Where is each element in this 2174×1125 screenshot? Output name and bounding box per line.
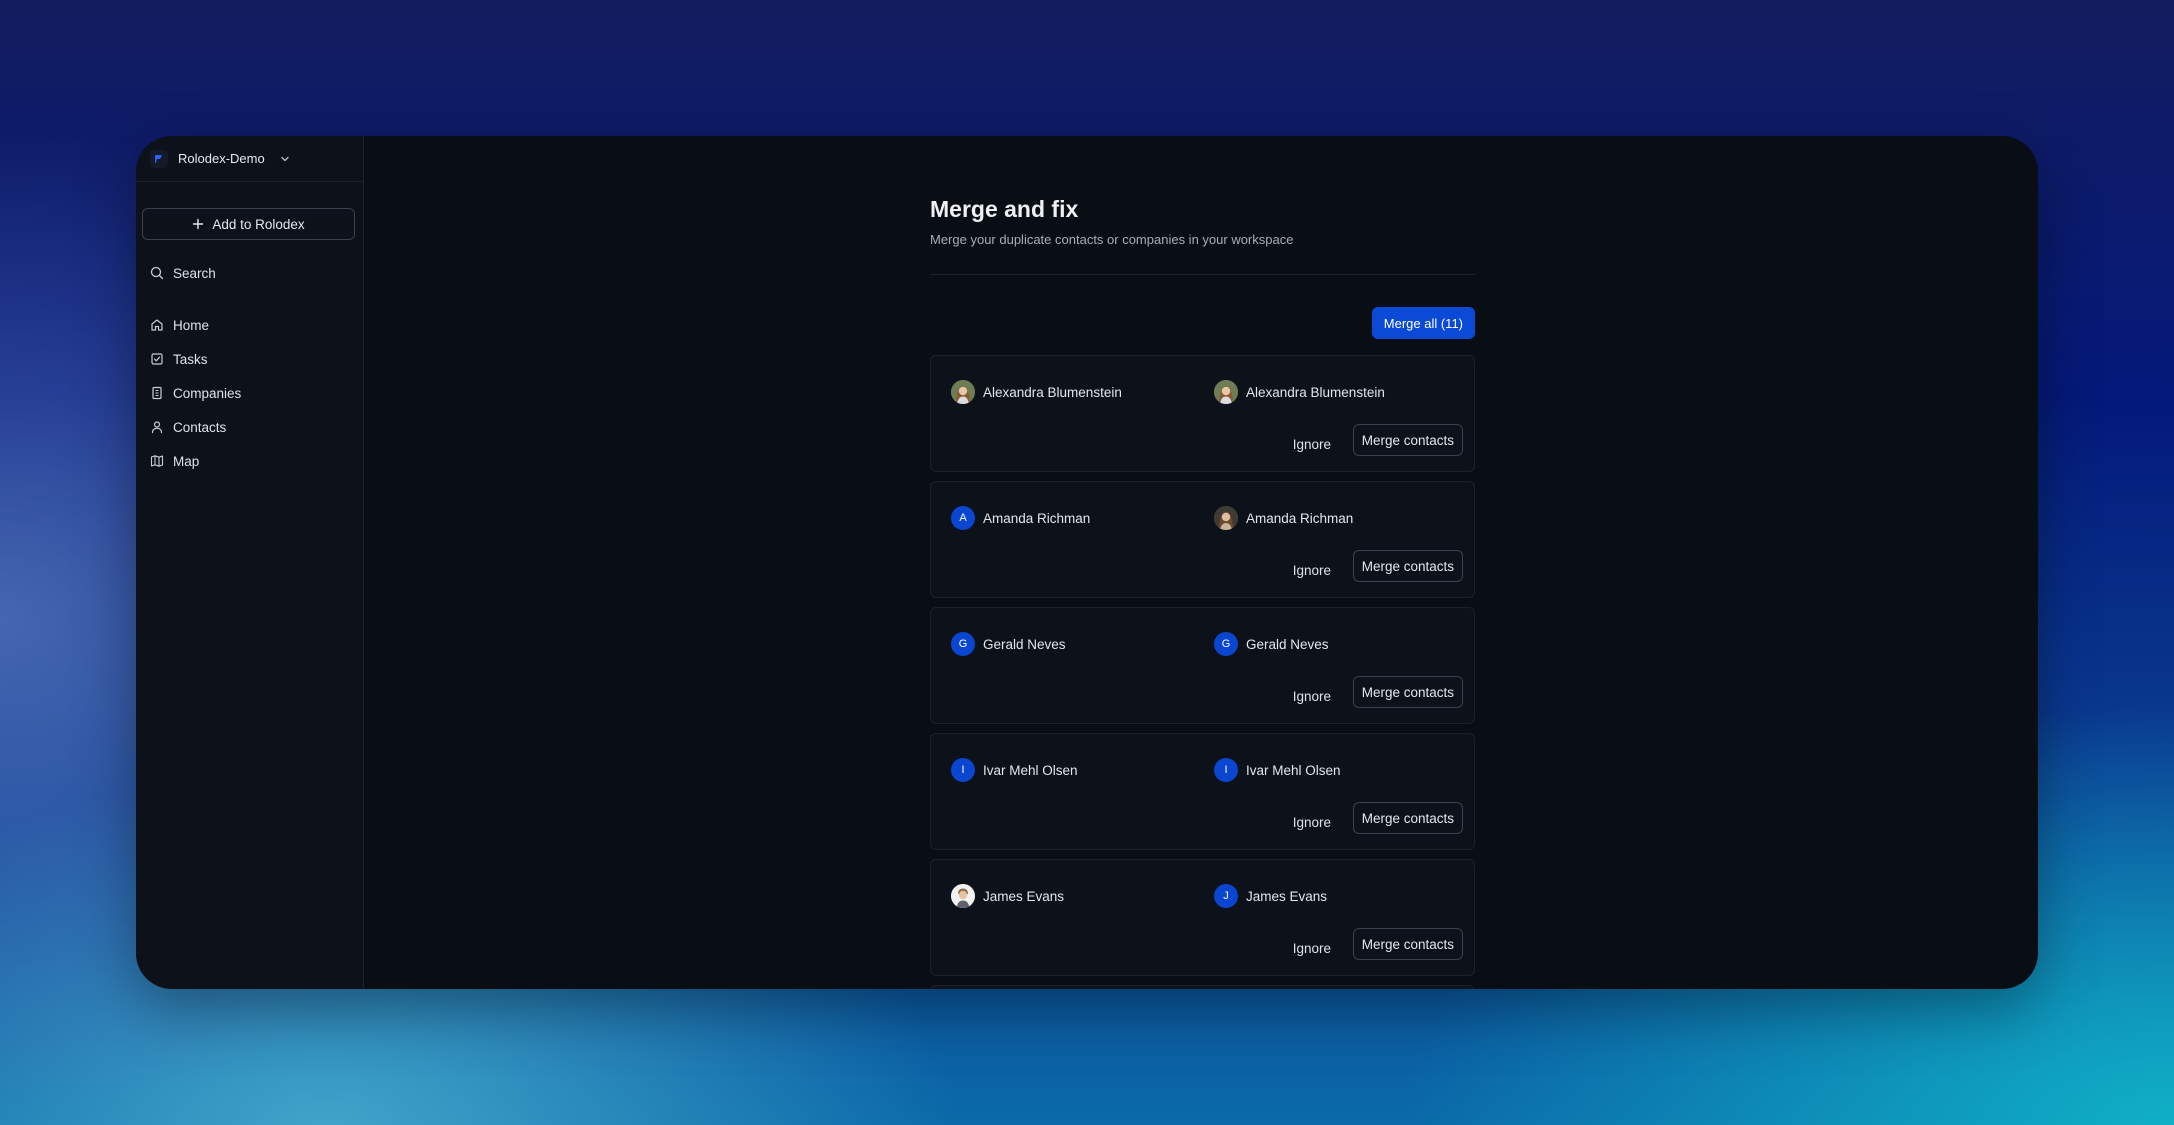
avatar — [1214, 380, 1238, 404]
avatar — [951, 380, 975, 404]
add-to-rolodex-button[interactable]: Add to Rolodex — [142, 208, 355, 240]
main-content: Merge and fix Merge your duplicate conta… — [364, 136, 2038, 989]
workspace-switcher[interactable]: Rolodex-Demo — [136, 136, 363, 182]
contact-name: Alexandra Blumenstein — [1246, 384, 1385, 400]
avatar: J — [1214, 884, 1238, 908]
merge-contacts-button[interactable]: Merge contacts — [1352, 424, 1463, 456]
search-icon — [150, 266, 164, 280]
contact-right[interactable]: J James Evans — [1214, 884, 1327, 908]
avatar: I — [1214, 758, 1238, 782]
sidebar-item-tasks[interactable]: Tasks — [150, 348, 208, 370]
ignore-button[interactable]: Ignore — [1293, 815, 1331, 830]
avatar: I — [951, 758, 975, 782]
add-to-rolodex-label: Add to Rolodex — [212, 216, 305, 232]
contact-left[interactable]: Alexandra Blumenstein — [951, 380, 1122, 404]
building-icon — [152, 386, 162, 400]
chevron-down-icon — [279, 153, 291, 165]
sidebar-item-search[interactable]: Search — [150, 262, 216, 284]
contact-right[interactable]: I Ivar Mehl Olsen — [1214, 758, 1341, 782]
merge-contacts-button[interactable]: Merge contacts — [1352, 550, 1463, 582]
sidebar-item-home[interactable]: Home — [150, 314, 209, 336]
contact-name: James Evans — [1246, 888, 1328, 904]
sidebar-item-label: Home — [173, 317, 210, 333]
avatar: G — [1214, 632, 1238, 656]
sidebar-item-label: Map — [173, 453, 200, 469]
sidebar-item-contacts[interactable]: Contacts — [150, 416, 226, 438]
contact-right[interactable]: Amanda Richman — [1214, 506, 1353, 530]
avatar: G — [951, 632, 975, 656]
contact-right[interactable]: Alexandra Blumenstein — [1214, 380, 1385, 404]
app-window: Rolodex-Demo Add to Rolodex Search Home … — [136, 136, 2038, 989]
duplicate-card — [930, 985, 1475, 989]
sidebar-item-label: Tasks — [173, 351, 208, 367]
contact-left[interactable]: G Gerald Neves — [951, 632, 1066, 656]
ignore-button[interactable]: Ignore — [1293, 689, 1331, 704]
contact-right[interactable]: G Gerald Neves — [1214, 632, 1329, 656]
duplicate-card: James Evans J James Evans Ignore Merge c… — [930, 859, 1475, 976]
user-icon — [151, 421, 163, 434]
sidebar: Rolodex-Demo Add to Rolodex Search Home … — [136, 136, 364, 989]
contact-name: Ivar Mehl Olsen — [1246, 762, 1341, 778]
duplicate-card: I Ivar Mehl Olsen I Ivar Mehl Olsen Igno… — [930, 733, 1475, 850]
merge-contacts-button[interactable]: Merge contacts — [1352, 928, 1463, 960]
rolodex-logo-icon — [150, 149, 168, 168]
sidebar-item-label: Companies — [173, 385, 242, 401]
ignore-button[interactable]: Ignore — [1293, 941, 1331, 956]
sidebar-item-label: Search — [173, 265, 216, 281]
contact-name: Gerald Neves — [983, 636, 1066, 652]
sidebar-item-label: Contacts — [173, 419, 227, 435]
contact-name: Amanda Richman — [1246, 510, 1354, 526]
avatar — [951, 884, 975, 908]
workspace-name: Rolodex-Demo — [178, 151, 265, 166]
plus-icon — [192, 218, 204, 230]
home-icon — [151, 319, 163, 331]
contact-name: Alexandra Blumenstein — [983, 384, 1122, 400]
avatar: A — [951, 506, 975, 530]
contact-name: Gerald Neves — [1246, 636, 1329, 652]
merge-contacts-button[interactable]: Merge contacts — [1352, 802, 1463, 834]
divider — [930, 274, 1475, 275]
contact-left[interactable]: A Amanda Richman — [951, 506, 1090, 530]
merge-contacts-button[interactable]: Merge contacts — [1352, 676, 1463, 708]
ignore-button[interactable]: Ignore — [1293, 563, 1331, 578]
duplicate-card: Alexandra Blumenstein Alexandra Blumenst… — [930, 355, 1475, 472]
tasks-icon — [151, 353, 163, 365]
duplicate-card: G Gerald Neves G Gerald Neves Ignore Mer… — [930, 607, 1475, 724]
page-title: Merge and fix — [930, 196, 1079, 222]
contact-left[interactable]: James Evans — [951, 884, 1064, 908]
contact-left[interactable]: I Ivar Mehl Olsen — [951, 758, 1078, 782]
contact-name: James Evans — [983, 888, 1065, 904]
avatar — [1214, 506, 1238, 530]
duplicate-card: A Amanda Richman Amanda Richman Ignore M… — [930, 481, 1475, 598]
sidebar-item-companies[interactable]: Companies — [150, 382, 241, 404]
merge-all-button[interactable]: Merge all (11) — [1371, 307, 1475, 339]
page-subtitle: Merge your duplicate contacts or compani… — [930, 232, 1294, 247]
duplicate-list: Alexandra Blumenstein Alexandra Blumenst… — [930, 355, 1475, 989]
ignore-button[interactable]: Ignore — [1293, 437, 1331, 452]
contact-name: Ivar Mehl Olsen — [983, 762, 1078, 778]
map-icon — [150, 455, 164, 467]
contact-name: Amanda Richman — [983, 510, 1091, 526]
sidebar-item-map[interactable]: Map — [150, 450, 199, 472]
